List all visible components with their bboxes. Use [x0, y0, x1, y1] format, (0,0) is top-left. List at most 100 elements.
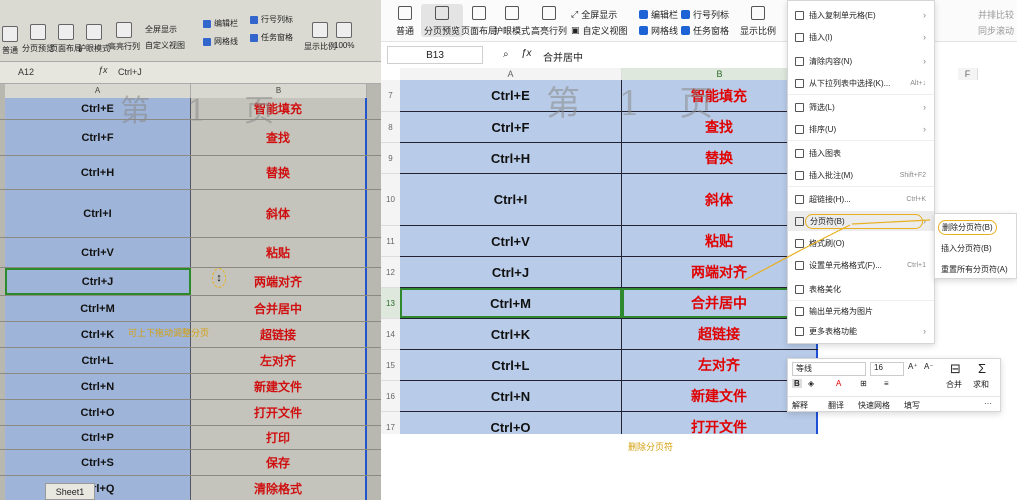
normal-view-button[interactable]: 普通	[393, 4, 417, 37]
row-header[interactable]: 15	[381, 350, 400, 381]
menu-item-7[interactable]: 插入图表	[788, 143, 934, 163]
left-zoom-button[interactable]: 显示比例	[304, 22, 336, 52]
zoom-button[interactable]: 显示比例	[737, 4, 779, 37]
font-shrink-icon[interactable]: A⁻	[924, 362, 934, 371]
check-grid[interactable]: 网格线	[639, 24, 678, 37]
fill-in-button[interactable]: 填写	[904, 400, 920, 411]
shortcut-key-cell[interactable]: Ctrl+Q	[5, 476, 191, 500]
left-custom-view-button[interactable]: 自定义视图	[145, 40, 185, 51]
shortcut-key-cell[interactable]: Ctrl+M	[5, 296, 191, 321]
left-fullscreen-button[interactable]: 全屏显示	[145, 24, 177, 35]
menu-item-4[interactable]: 从下拉列表中选择(K)... Alt+↓	[788, 73, 934, 93]
font-grow-icon[interactable]: A⁺	[908, 362, 918, 371]
menu-item-9[interactable]: 超链接(H)... Ctrl+K	[788, 189, 934, 209]
explain-button[interactable]: 解释	[792, 400, 808, 411]
function-cell[interactable]: 打印	[191, 426, 367, 449]
function-cell[interactable]: 粘贴	[191, 238, 367, 267]
shortcut-key-cell[interactable]: Ctrl+E	[400, 80, 622, 111]
function-cell[interactable]: 查找	[191, 120, 367, 155]
shortcut-key-cell[interactable]: Ctrl+L	[400, 350, 622, 380]
col-header-a[interactable]: A	[400, 68, 622, 80]
formula-value[interactable]: 合并居中	[543, 49, 583, 64]
shortcut-key-cell[interactable]: Ctrl+M	[400, 288, 622, 318]
function-cell[interactable]: 清除格式	[191, 476, 367, 500]
left-col-header-a[interactable]: A	[5, 84, 191, 98]
shortcut-key-cell[interactable]: Ctrl+V	[5, 238, 191, 267]
menu-item-3[interactable]: 清除内容(N) ›	[788, 51, 934, 71]
left-col-header-b[interactable]: B	[191, 84, 367, 98]
function-cell[interactable]: 替换	[191, 156, 367, 189]
delete-page-break-item[interactable]: 删除分页符(B)	[938, 220, 997, 235]
function-cell[interactable]: 超链接	[191, 322, 367, 347]
row-header[interactable]: 7	[381, 80, 400, 112]
font-size-select[interactable]: 16	[870, 362, 904, 376]
menu-item-15[interactable]: 更多表格功能 ›	[788, 321, 934, 341]
shortcut-key-cell[interactable]: Ctrl+I	[5, 190, 191, 237]
merge-icon[interactable]: ⊟	[950, 361, 961, 377]
fill-color-icon[interactable]: ◈	[808, 379, 814, 388]
name-box[interactable]: B13	[387, 46, 483, 64]
function-cell[interactable]: 斜体	[191, 190, 367, 237]
sync-scroll-button[interactable]: 同步滚动	[978, 24, 1014, 37]
shortcut-key-cell[interactable]: Ctrl+I	[400, 174, 622, 225]
shortcut-key-cell[interactable]: Ctrl+F	[5, 120, 191, 155]
border-icon[interactable]: ⊞	[860, 379, 867, 388]
row-header[interactable]: 8	[381, 112, 400, 143]
left-check-edit-bar[interactable]: 编辑栏	[203, 18, 238, 29]
shortcut-key-cell[interactable]: Ctrl+J	[400, 257, 622, 287]
left-check-grid[interactable]: 网格线	[203, 36, 238, 47]
translate-button[interactable]: 翻译	[828, 400, 844, 411]
shortcut-key-cell[interactable]: Ctrl+K	[400, 319, 622, 349]
row-header[interactable]: 14	[381, 319, 400, 350]
sum-button[interactable]: 求和	[973, 379, 989, 390]
shortcut-key-cell[interactable]: Ctrl+P	[5, 426, 191, 449]
function-cell[interactable]: 左对齐	[191, 348, 367, 373]
left-check-row-col[interactable]: 行号列标	[250, 14, 293, 25]
font-color-icon[interactable]: A	[836, 379, 841, 388]
fullscreen-button[interactable]: ⤢ 全屏显示	[571, 8, 617, 21]
function-cell[interactable]: 打开文件	[191, 400, 367, 425]
row-header[interactable]: 16	[381, 381, 400, 412]
check-task-pane[interactable]: 任务窗格	[681, 24, 729, 37]
check-row-col[interactable]: 行号列标	[681, 8, 729, 21]
left-highlight-button[interactable]: 高亮行列	[108, 22, 140, 52]
page-break-preview-button[interactable]: 分页预览	[421, 4, 464, 37]
quick-grid-button[interactable]: 快速网格	[858, 400, 890, 411]
function-cell[interactable]: 合并居中	[191, 296, 367, 321]
function-cell[interactable]: 新建文件	[191, 374, 367, 399]
shortcut-key-cell[interactable]: Ctrl+S	[5, 450, 191, 475]
left-normal-view-button[interactable]: 普通	[2, 26, 18, 56]
shortcut-key-cell[interactable]: Ctrl+H	[5, 156, 191, 189]
row-header[interactable]: 13	[381, 288, 400, 319]
eye-protection-button[interactable]: 护眼模式	[491, 4, 533, 37]
reset-page-breaks-item[interactable]: 重置所有分页符(A)	[941, 264, 1008, 275]
menu-item-6[interactable]: 排序(U) ›	[788, 119, 934, 139]
shortcut-key-cell[interactable]: Ctrl+E	[5, 98, 191, 119]
menu-item-2[interactable]: 插入(I) ›	[788, 27, 934, 47]
insert-page-break-item[interactable]: 插入分页符(B)	[941, 243, 992, 254]
row-header[interactable]: 12	[381, 257, 400, 288]
shortcut-key-cell[interactable]: Ctrl+L	[5, 348, 191, 373]
sum-icon[interactable]: Σ	[978, 361, 986, 376]
col-header-f[interactable]: F	[958, 68, 978, 80]
fx-icon[interactable]: ƒx	[521, 48, 532, 59]
shortcut-key-cell[interactable]: Ctrl+V	[400, 226, 622, 256]
function-cell[interactable]: 智能填充	[191, 98, 367, 119]
merge-button[interactable]: 合并	[946, 379, 962, 390]
font-family-select[interactable]: 等线	[792, 362, 866, 376]
shortcut-key-cell[interactable]: Ctrl+N	[400, 381, 622, 411]
align-icon[interactable]: ≡	[884, 379, 889, 388]
side-by-side-button[interactable]: 并排比较	[978, 8, 1014, 21]
left-formula-value[interactable]: Ctrl+J	[118, 67, 142, 77]
row-header[interactable]: 11	[381, 226, 400, 257]
zoom-search-icon[interactable]: ⌕	[503, 49, 509, 60]
row-header[interactable]: 9	[381, 143, 400, 174]
shortcut-key-cell[interactable]: Ctrl+J	[5, 268, 191, 295]
menu-item-14[interactable]: 输出单元格为图片	[788, 301, 934, 321]
left-zoom-100[interactable]: 100%	[334, 22, 354, 50]
shortcut-key-cell[interactable]: Ctrl+H	[400, 143, 622, 173]
shortcut-key-cell[interactable]: Ctrl+N	[5, 374, 191, 399]
check-edit-bar[interactable]: 编辑栏	[639, 8, 678, 21]
custom-view-button[interactable]: ▣ 自定义视图	[571, 24, 628, 37]
more-icon[interactable]: ···	[984, 399, 992, 408]
